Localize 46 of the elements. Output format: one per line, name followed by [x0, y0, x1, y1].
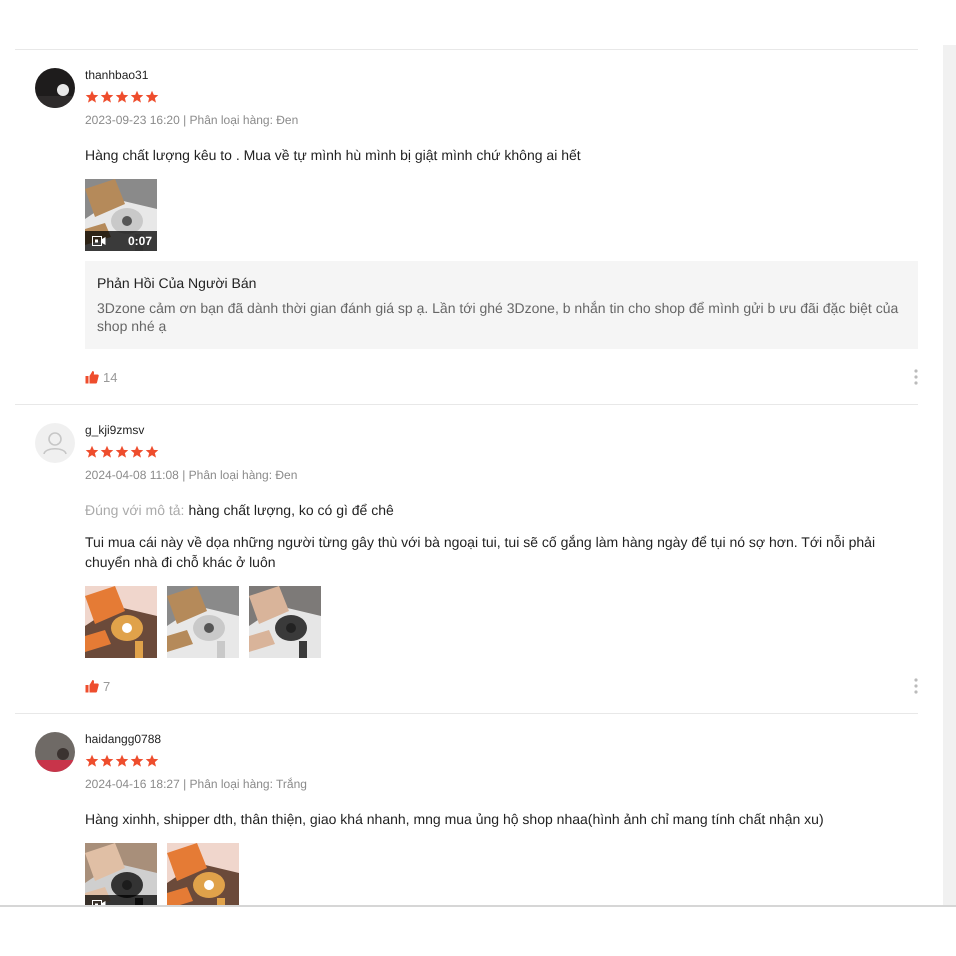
- avatar: [35, 68, 75, 108]
- star-icon: [100, 754, 114, 768]
- default-avatar-icon: [35, 423, 75, 463]
- star-icon: [145, 445, 159, 459]
- more-options-icon[interactable]: [914, 678, 918, 694]
- star-icon: [130, 445, 144, 459]
- description-value: hàng chất lượng, ko có gì để chê: [188, 502, 394, 518]
- like-count: 7: [103, 678, 110, 694]
- star-icon: [130, 90, 144, 104]
- reply-title: Phản Hồi Của Người Bán: [97, 274, 258, 293]
- review-text: Hàng chất lượng kêu to . Mua về tự mình hù mình bị giật mình chứ không ai hết: [85, 146, 582, 165]
- star-icon: [85, 754, 99, 768]
- media-thumbnail[interactable]: [167, 843, 239, 905]
- media-thumbnail[interactable]: [85, 586, 157, 658]
- star-icon: [130, 754, 144, 768]
- star-icon: [115, 90, 129, 104]
- thumbs-up-icon[interactable]: [85, 679, 99, 693]
- review-meta: 2024-04-16 18:27 | Phân loại hàng: Trắng: [85, 776, 307, 792]
- star-icon: [145, 754, 159, 768]
- star-icon: [115, 754, 129, 768]
- description-label: Đúng với mô tả:: [85, 502, 184, 518]
- review-text: Hàng xinhh, shipper dth, thân thiện, giao khá nhanh, mng mua ủng hộ shop nhaa(hình ảnh chỉ mang tính chất nhận xu): [85, 810, 825, 829]
- username[interactable]: g_kji9zmsv: [85, 422, 144, 438]
- media-thumbnail[interactable]: [85, 843, 157, 905]
- review-meta: 2024-04-08 11:08 | Phân loại hàng: Đen: [85, 467, 298, 483]
- more-options-icon[interactable]: [914, 369, 918, 385]
- star-icon: [85, 445, 99, 459]
- media-thumbnail[interactable]: [249, 586, 321, 658]
- review-meta: 2023-09-23 16:20 | Phân loại hàng: Đen: [85, 112, 298, 128]
- media-thumbnail[interactable]: [167, 586, 239, 658]
- scrollbar-track[interactable]: [943, 45, 956, 905]
- media-thumbnail[interactable]: 0:07: [85, 179, 157, 251]
- star-icon: [85, 90, 99, 104]
- thumbs-up-icon[interactable]: [85, 370, 99, 384]
- star-icon: [115, 445, 129, 459]
- like-count: 14: [103, 370, 118, 384]
- video-camera-icon: [92, 236, 106, 246]
- username[interactable]: thanhbao31: [85, 67, 148, 83]
- star-icon: [100, 445, 114, 459]
- star-icon: [145, 90, 159, 104]
- review-text: Tui mua cái này về dọa những người từng gây thù với bà ngoại tui, tui sẽ cố gắng làm hàng ngày để tụi nó sợ hơn. Tới nỗi phải chuyển nhà đi chỗ khác ở luôn: [85, 533, 876, 572]
- avatar: [35, 732, 75, 772]
- video-duration: 0:07: [128, 234, 152, 248]
- star-icon: [100, 90, 114, 104]
- reply-text: 3Dzone cảm ơn bạn đã dành thời gian đánh giá sp ạ. Lần tới ghé 3Dzone, b nhắn tin cho shop để mình gửi b ưu đãi đặc biệt của shop nhé ạ: [97, 299, 900, 335]
- username[interactable]: haidangg0788: [85, 731, 162, 747]
